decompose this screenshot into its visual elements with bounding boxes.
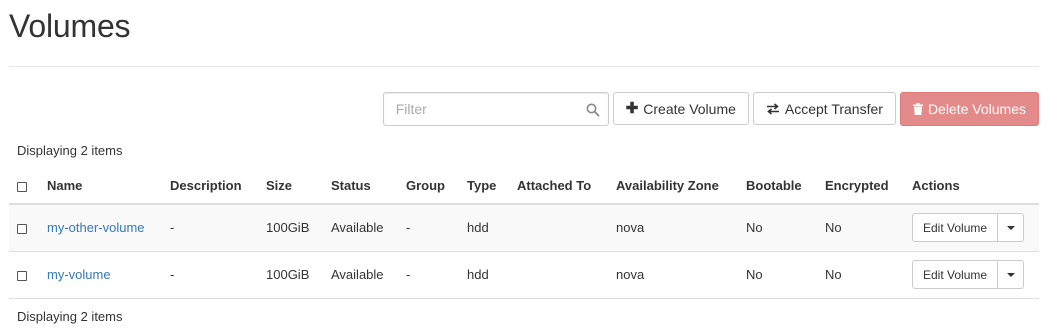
row-actions-dropdown-button[interactable] [998,260,1025,289]
table-row: my-other-volume - 100GiB Available - hdd… [9,204,1039,252]
search-icon[interactable] [586,103,600,117]
bootable-cell: No [738,251,817,299]
select-all-checkbox[interactable] [17,181,27,192]
header-availability-zone[interactable]: Availability Zone [608,168,738,205]
header-bootable[interactable]: Bootable [738,168,817,205]
page-title: Volumes [9,8,131,44]
actions-cell: Edit Volume [904,251,1039,299]
plus-icon: ✚ [625,100,639,117]
type-cell: hdd [459,251,509,299]
header-size[interactable]: Size [258,168,323,205]
row-action-group: Edit Volume [912,213,1025,243]
row-action-group: Edit Volume [912,260,1025,289]
accept-transfer-label: Accept Transfer [784,100,883,117]
row-select-cell [9,204,39,252]
caret-down-icon [1006,272,1015,277]
group-cell: - [398,251,459,299]
type-cell: hdd [459,204,509,252]
row-checkbox[interactable] [17,223,27,234]
filter-input[interactable] [382,92,609,126]
size-cell: 100GiB [258,251,323,299]
create-volume-button[interactable]: ✚ Create Volume [612,92,749,125]
row-select-cell [9,251,39,299]
encrypted-cell: No [817,204,904,252]
status-cell: Available [323,251,398,299]
header-name[interactable]: Name [39,168,162,205]
zone-cell: nova [608,251,738,299]
create-volume-label: Create Volume [643,100,736,117]
name-cell: my-other-volume [39,204,162,252]
attached-cell [509,204,608,252]
name-cell: my-volume [39,251,162,299]
caret-down-icon [1006,225,1015,230]
header-group[interactable]: Group [398,168,459,205]
edit-volume-button[interactable]: Edit Volume [912,260,999,289]
item-count-top: Displaying 2 items [17,143,123,158]
header-type[interactable]: Type [459,168,509,205]
attached-cell [509,251,608,299]
header-encrypted[interactable]: Encrypted [817,168,904,205]
header-status[interactable]: Status [323,168,398,205]
group-cell: - [398,204,459,252]
zone-cell: nova [608,204,738,252]
header-description[interactable]: Description [162,168,258,205]
header-actions: Actions [904,168,1039,205]
edit-volume-button[interactable]: Edit Volume [912,213,999,243]
encrypted-cell: No [817,251,904,299]
delete-volumes-label: Delete Volumes [927,101,1026,117]
row-actions-dropdown-button[interactable] [998,213,1025,243]
description-cell: - [162,251,258,299]
delete-volumes-button[interactable]: Delete Volumes [899,92,1039,126]
status-cell: Available [323,204,398,252]
header-attached-to[interactable]: Attached To [509,168,608,205]
row-checkbox[interactable] [17,270,27,281]
item-count-bottom: Displaying 2 items [17,309,123,324]
accept-transfer-button[interactable]: Accept Transfer [752,92,896,125]
table-header-row: Name Description Size Status Group Type … [9,168,1039,205]
filter-box [382,92,609,126]
trash-icon [912,103,923,115]
volume-name-link[interactable]: my-other-volume [47,220,145,235]
volume-name-link[interactable]: my-volume [47,267,111,282]
size-cell: 100GiB [258,204,323,252]
actions-cell: Edit Volume [904,204,1039,252]
table-toolbar: ✚ Create Volume Accept Transfer Delete V… [382,92,1039,126]
transfer-arrows-icon [766,102,779,115]
bootable-cell: No [738,204,817,252]
title-divider [9,66,1039,67]
table-row: my-volume - 100GiB Available - hdd nova … [9,251,1039,299]
select-all-cell [9,168,39,205]
volumes-table: Name Description Size Status Group Type … [9,168,1039,299]
description-cell: - [162,204,258,252]
